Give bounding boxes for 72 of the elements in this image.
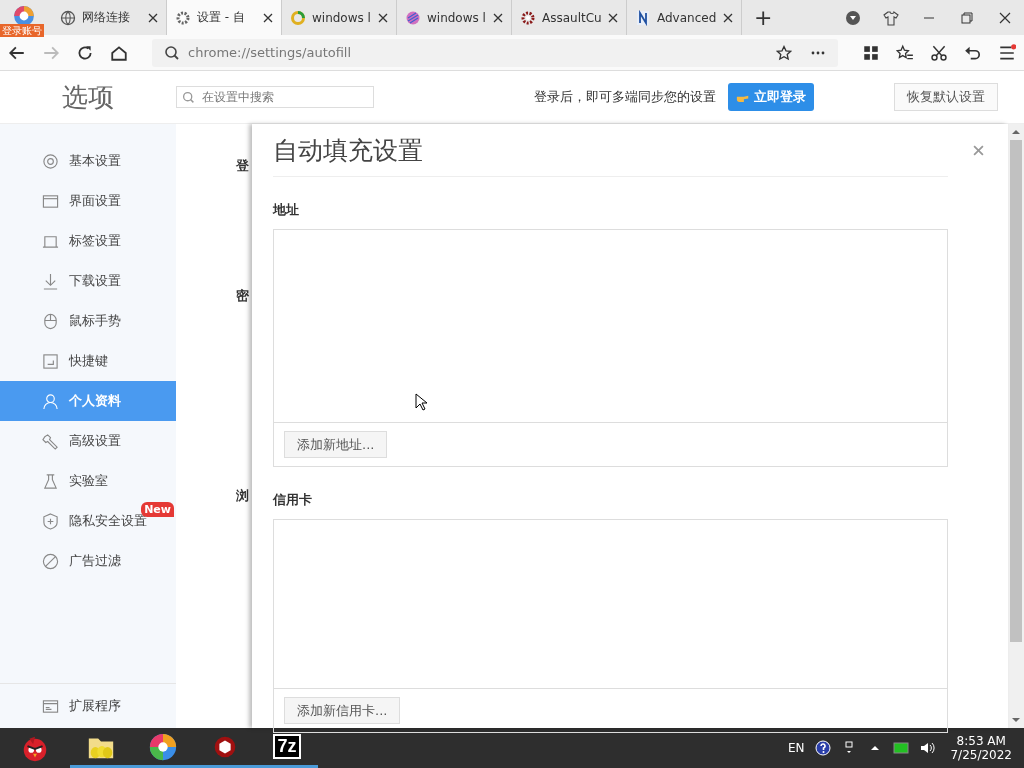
close-icon[interactable] <box>378 12 388 23</box>
wrench-icon <box>42 432 59 450</box>
mouse-icon <box>42 312 59 330</box>
flask-icon <box>42 472 59 490</box>
sidebar-item[interactable]: 标签设置 <box>0 221 176 261</box>
scroll-down-icon[interactable] <box>1011 717 1021 723</box>
clock-date[interactable]: 7/25/2022 <box>950 748 1012 762</box>
swirl-logo-icon[interactable] <box>148 731 178 762</box>
target-icon <box>42 152 59 170</box>
new-tab-button[interactable]: + <box>742 5 785 30</box>
scrollbar[interactable] <box>1008 124 1024 728</box>
prohibited-icon <box>42 552 59 570</box>
section-heading: 密 <box>236 287 249 305</box>
reload-icon[interactable] <box>76 43 94 62</box>
star-icon[interactable] <box>776 44 792 61</box>
search-field[interactable]: 在设置中搜索 <box>176 86 374 108</box>
sidebar-item[interactable]: 扩展程序 <box>0 686 176 726</box>
monitor-icon[interactable] <box>893 740 910 756</box>
sidebar-item[interactable]: 基本设置 <box>0 141 176 181</box>
apps-grid-icon[interactable] <box>862 43 880 62</box>
close-icon[interactable] <box>723 12 733 23</box>
sync-hint: 登录后，即可多端同步您的设置 <box>534 88 716 106</box>
section-heading: 地址 <box>273 201 300 219</box>
scissors-icon[interactable] <box>930 43 948 62</box>
add-button[interactable]: 添加新地址... <box>284 431 388 458</box>
favorites-icon[interactable] <box>896 43 914 62</box>
section-heading: 浏 <box>236 487 249 505</box>
sidebar-item[interactable]: 高级设置 <box>0 421 176 461</box>
download-icon <box>42 272 59 290</box>
sidebar-item[interactable]: 广告过滤 <box>0 541 176 581</box>
circle-icon <box>290 9 306 26</box>
address-bar[interactable]: chrome://settings/autofill <box>152 38 838 67</box>
sidebar-item[interactable]: 快捷键 <box>0 341 176 381</box>
page-title: 选项 <box>62 80 114 114</box>
close-icon[interactable] <box>493 12 503 23</box>
keyboard-key-icon <box>42 352 59 370</box>
window-icon <box>42 192 59 210</box>
sidebar-item[interactable]: 实验室 <box>0 461 176 501</box>
person-icon <box>42 392 59 410</box>
cursor-icon <box>415 393 427 411</box>
gear-icon <box>175 9 191 26</box>
menu-icon[interactable] <box>998 43 1016 62</box>
dialog-title: 自动填充设置 <box>273 134 423 167</box>
sidebar-item[interactable]: 鼠标手势 <box>0 301 176 341</box>
sidebar-item[interactable]: 下载设置 <box>0 261 176 301</box>
shield-icon <box>42 512 59 530</box>
extension-icon <box>42 697 59 715</box>
scroll-up-icon[interactable] <box>1011 129 1021 135</box>
close-icon[interactable] <box>148 12 158 23</box>
browser-tab[interactable]: 设置 - 自 <box>167 0 282 35</box>
sidebar-item[interactable]: 界面设置 <box>0 181 176 221</box>
section-heading: 登 <box>236 157 249 175</box>
download-circle-icon[interactable] <box>845 9 861 26</box>
section-heading: 信用卡 <box>273 491 313 509</box>
shirt-icon[interactable] <box>883 9 899 26</box>
add-button[interactable]: 添加新信用卡... <box>284 697 401 724</box>
letter-tile-icon <box>635 9 651 26</box>
globe-icon <box>60 9 76 26</box>
language-indicator[interactable]: EN <box>787 741 805 755</box>
close-icon[interactable] <box>608 12 618 23</box>
gear-icon <box>520 9 536 26</box>
circle-icon <box>405 9 421 26</box>
restore-defaults-button[interactable]: 恢复默认设置 <box>894 83 998 111</box>
archive-app-icon[interactable]: 7z <box>273 734 301 759</box>
help-icon[interactable] <box>815 740 832 756</box>
search-icon <box>164 44 180 61</box>
clock-time[interactable]: 8:53 AM <box>956 734 1006 748</box>
close-icon[interactable] <box>263 12 273 23</box>
speaker-icon[interactable] <box>919 740 936 756</box>
search-icon <box>182 91 195 104</box>
restore-icon[interactable] <box>959 9 975 26</box>
browser-logo-icon[interactable] <box>13 5 35 27</box>
